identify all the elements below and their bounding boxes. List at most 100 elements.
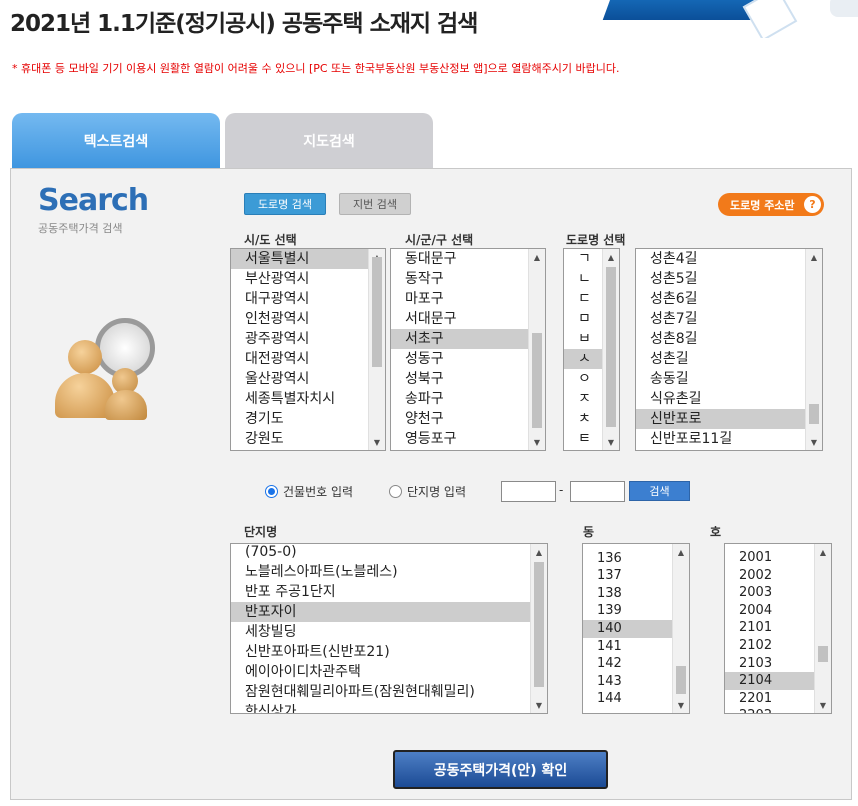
list-item[interactable]: 양천구 xyxy=(391,409,528,429)
list-item[interactable]: 서초구 xyxy=(391,329,528,349)
list-item[interactable]: ㄴ xyxy=(564,269,602,289)
scrollbar-thumb[interactable] xyxy=(818,646,828,662)
list-item[interactable]: 142 xyxy=(583,655,672,673)
list-item[interactable]: ㄷ xyxy=(564,289,602,309)
scrollbar-thumb[interactable] xyxy=(534,562,544,687)
scroll-down-icon[interactable]: ▼ xyxy=(673,697,689,713)
scroll-up-icon[interactable]: ▲ xyxy=(603,249,619,265)
sigungu-listbox[interactable]: 동대문구 동작구 마포구 서대문구 서초구 성동구 성북구 송파구 양천구 영등포구 ▲ ▼ xyxy=(390,248,546,451)
scrollbar[interactable]: ▲▼ xyxy=(805,249,822,450)
list-item[interactable]: 신반포로 xyxy=(636,409,805,429)
list-item[interactable]: 대전광역시 xyxy=(231,349,368,369)
list-item[interactable]: ㅌ xyxy=(564,429,602,449)
scroll-up-icon[interactable]: ▲ xyxy=(673,544,689,560)
list-item[interactable]: 137 xyxy=(583,567,672,585)
list-item[interactable]: 동대문구 xyxy=(391,249,528,269)
list-item[interactable]: ㅊ xyxy=(564,409,602,429)
scroll-down-icon[interactable]: ▼ xyxy=(603,434,619,450)
scroll-down-icon[interactable]: ▼ xyxy=(369,434,385,450)
scroll-down-icon[interactable]: ▼ xyxy=(815,697,831,713)
list-item[interactable]: 2104 xyxy=(725,672,814,690)
initial-consonant-listbox[interactable]: ㄱㄴㄷㅁㅂㅅㅇㅈㅊㅌ ▲ ▼ xyxy=(563,248,620,451)
list-item[interactable]: 성촌5길 xyxy=(636,269,805,289)
list-item[interactable]: 한신상가 xyxy=(231,702,530,713)
list-item[interactable]: 2103 xyxy=(725,655,814,673)
scrollbar-thumb[interactable] xyxy=(532,333,542,428)
list-item[interactable]: 서대문구 xyxy=(391,309,528,329)
scrollbar-thumb[interactable] xyxy=(809,404,819,424)
list-item[interactable]: 신반포아파트(신반포21) xyxy=(231,642,530,662)
list-item[interactable]: 성촌6길 xyxy=(636,289,805,309)
building-number-radio[interactable]: 건물번호 입력 xyxy=(265,483,353,500)
list-item[interactable]: ㅁ xyxy=(564,309,602,329)
tab-map-search[interactable]: 지도검색 xyxy=(225,113,433,168)
scroll-up-icon[interactable]: ▲ xyxy=(815,544,831,560)
tab-text-search[interactable]: 텍스트검색 xyxy=(12,113,220,168)
list-item[interactable]: 2202 xyxy=(725,707,814,713)
list-item[interactable]: 세종특별자치시 xyxy=(231,389,368,409)
ho-listbox[interactable]: 2001200220032004210121022103210422012202… xyxy=(724,543,832,714)
list-item[interactable]: 성촌길 xyxy=(636,349,805,369)
list-item[interactable]: 138 xyxy=(583,585,672,603)
building-sub-number-input[interactable] xyxy=(570,481,625,502)
list-item[interactable]: ㄱ xyxy=(564,249,602,269)
list-item[interactable]: 성촌4길 xyxy=(636,249,805,269)
complex-name-radio[interactable]: 단지명 입력 xyxy=(389,483,466,500)
list-item[interactable]: 2002 xyxy=(725,567,814,585)
list-item[interactable]: 139 xyxy=(583,602,672,620)
scroll-down-icon[interactable]: ▼ xyxy=(531,697,547,713)
list-item[interactable]: 144 xyxy=(583,690,672,708)
scroll-up-icon[interactable]: ▲ xyxy=(529,249,545,265)
list-item[interactable]: 성동구 xyxy=(391,349,528,369)
list-item[interactable]: 140 xyxy=(583,619,672,638)
list-item[interactable]: 에이아이디차관주택 xyxy=(231,662,530,682)
scrollbar[interactable]: ▲▼ xyxy=(530,544,547,713)
scrollbar[interactable]: ▲▼ xyxy=(528,249,545,450)
building-main-number-input[interactable] xyxy=(501,481,556,502)
scrollbar[interactable]: ▲▼ xyxy=(672,544,689,713)
list-item[interactable]: 2003 xyxy=(725,584,814,602)
list-item[interactable]: 2001 xyxy=(725,549,814,567)
scrollbar-thumb[interactable] xyxy=(372,257,382,367)
road-name-search-button[interactable]: 도로명 검색 xyxy=(244,193,326,215)
scrollbar-thumb[interactable] xyxy=(676,666,686,694)
list-item[interactable]: 인천광역시 xyxy=(231,309,368,329)
list-item[interactable]: 송동길 xyxy=(636,369,805,389)
list-item[interactable]: 2201 xyxy=(725,690,814,708)
road-name-listbox[interactable]: 성촌4길 성촌5길 성촌6길 성촌7길 성촌8길 성촌길 송동길 식유촌길 신반포로 신반포로11… xyxy=(635,248,823,451)
list-item[interactable]: ㅂ xyxy=(564,329,602,349)
scrollbar-thumb[interactable] xyxy=(606,267,616,427)
list-item[interactable]: 서울특별시 xyxy=(231,249,368,269)
list-item[interactable]: 141 xyxy=(583,638,672,656)
sido-listbox[interactable]: 서울특별시 부산광역시 대구광역시 인천광역시 광주광역시 대전광역시 울산광역시 세종특별자… xyxy=(230,248,386,451)
complex-listbox[interactable]: (705-0) 노블레스아파트(노블레스) 반포 주공1단지 반포자이 세창빌딩 신반포아… xyxy=(230,543,548,714)
lot-number-search-button[interactable]: 지번 검색 xyxy=(339,193,411,215)
list-item[interactable]: 성북구 xyxy=(391,369,528,389)
list-item[interactable]: 동작구 xyxy=(391,269,528,289)
scroll-down-icon[interactable]: ▼ xyxy=(806,434,822,450)
list-item[interactable]: 성촌7길 xyxy=(636,309,805,329)
list-item[interactable]: 마포구 xyxy=(391,289,528,309)
list-item[interactable]: 경기도 xyxy=(231,409,368,429)
list-item[interactable]: 성촌8길 xyxy=(636,329,805,349)
list-item[interactable]: (705-0) xyxy=(231,544,530,562)
list-item[interactable]: 2101 xyxy=(725,619,814,637)
scrollbar[interactable]: ▲▼ xyxy=(814,544,831,713)
list-item[interactable]: 2004 xyxy=(725,602,814,620)
list-item[interactable]: 영등포구 xyxy=(391,429,528,449)
confirm-price-button[interactable]: 공동주택가격(안) 확인 xyxy=(393,750,608,789)
scrollbar[interactable]: ▲▼ xyxy=(368,249,385,450)
scroll-up-icon[interactable]: ▲ xyxy=(806,249,822,265)
list-item[interactable]: 2102 xyxy=(725,637,814,655)
list-item[interactable]: 잠원현대훼밀리아파트(잠원현대훼밀리) xyxy=(231,682,530,702)
list-item[interactable]: 부산광역시 xyxy=(231,269,368,289)
list-item[interactable]: 대구광역시 xyxy=(231,289,368,309)
scroll-up-icon[interactable]: ▲ xyxy=(531,544,547,560)
list-item[interactable]: 136 xyxy=(583,550,672,568)
list-item[interactable]: 노블레스아파트(노블레스) xyxy=(231,562,530,582)
number-search-button[interactable]: 검색 xyxy=(629,481,690,501)
list-item[interactable]: 반포자이 xyxy=(231,602,530,622)
list-item[interactable]: 반포 주공1단지 xyxy=(231,582,530,602)
list-item[interactable]: 울산광역시 xyxy=(231,369,368,389)
dong-listbox[interactable]: 135136137138139140141142143144▲▼ xyxy=(582,543,690,714)
